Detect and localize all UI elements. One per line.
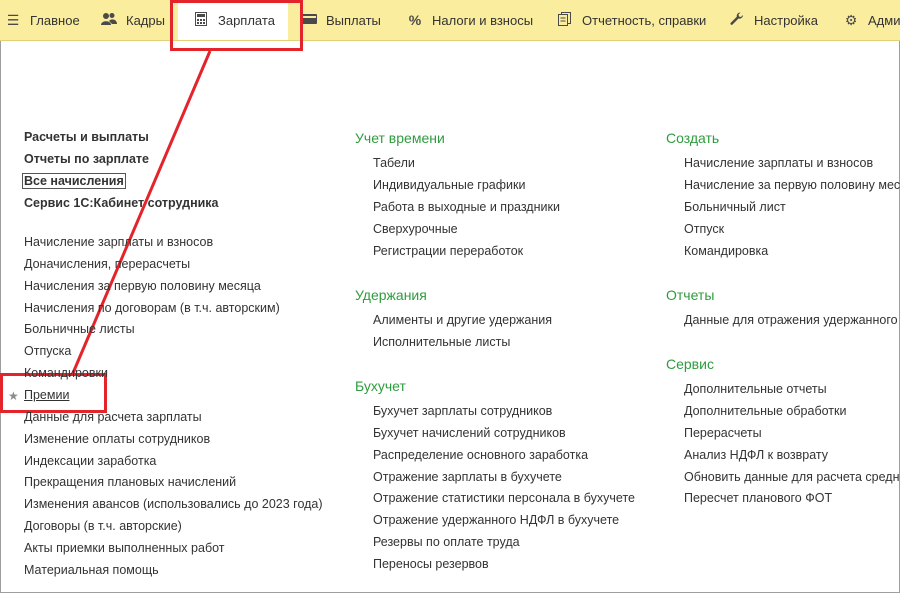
- top-menu-bar: ☰ Главное Кадры Зарплата Выплаты % Налог…: [0, 0, 900, 41]
- right-item-payroll[interactable]: Начисление зарплаты и взносов: [684, 156, 873, 170]
- documents-icon: [556, 11, 574, 29]
- right-item-first-half[interactable]: Начисление за первую половину меся: [684, 178, 900, 192]
- mid-item-accruals-accounting[interactable]: Бухучет начислений сотрудников: [373, 426, 566, 440]
- left-item-payroll[interactable]: Начисление зарплаты и взносов: [24, 235, 213, 249]
- left-item-first-half[interactable]: Начисления за первую половину месяца: [24, 279, 261, 293]
- mid-item-staff-statistics[interactable]: Отражение статистики персонала в бухучет…: [373, 491, 635, 505]
- right-item-ndfl-analysis[interactable]: Анализ НДФЛ к возврату: [684, 448, 828, 462]
- right-item-recalculations[interactable]: Перерасчеты: [684, 426, 762, 440]
- section-title-service[interactable]: Сервис: [666, 356, 714, 372]
- left-item-recalculations[interactable]: Доначисления, перерасчеты: [24, 257, 190, 271]
- section-title-create[interactable]: Создать: [666, 130, 719, 146]
- right-item-ndfl-data[interactable]: Данные для отражения удержанного Н: [684, 313, 900, 327]
- left-item-pay-changes[interactable]: Изменение оплаты сотрудников: [24, 432, 210, 446]
- left-item-advance-changes[interactable]: Изменения авансов (использовались до 202…: [24, 497, 323, 511]
- tab-label: Налоги и взносы: [432, 12, 534, 28]
- percent-icon: %: [408, 12, 422, 28]
- tab-personnel[interactable]: Кадры: [100, 0, 165, 40]
- left-item-indexations[interactable]: Индексации заработка: [24, 454, 156, 468]
- mid-item-alimony[interactable]: Алименты и другие удержания: [373, 313, 552, 327]
- section-title-accounting[interactable]: Бухучет: [355, 378, 406, 394]
- left-item-sick-leaves[interactable]: Больничные листы: [24, 322, 135, 336]
- left-item-contracts-accruals[interactable]: Начисления по договорам (в т.ч. авторски…: [24, 301, 280, 315]
- tab-payments[interactable]: Выплаты: [300, 0, 381, 40]
- link-salary-reports[interactable]: Отчеты по зарплате: [24, 152, 149, 166]
- tab-main[interactable]: ☰ Главное: [4, 0, 80, 40]
- right-item-business-trip[interactable]: Командировка: [684, 244, 768, 258]
- right-item-sick-leave[interactable]: Больничный лист: [684, 200, 786, 214]
- right-item-additional-processing[interactable]: Дополнительные обработки: [684, 404, 846, 418]
- tab-taxes[interactable]: % Налоги и взносы: [406, 0, 533, 40]
- mid-item-reserve-transfers[interactable]: Переносы резервов: [373, 557, 489, 571]
- link-employee-cabinet-service[interactable]: Сервис 1С:Кабинет сотрудника: [24, 196, 219, 210]
- mid-item-salary-accounting[interactable]: Бухучет зарплаты сотрудников: [373, 404, 552, 418]
- tab-label: Отчетность, справки: [582, 12, 707, 28]
- mid-item-timesheets[interactable]: Табели: [373, 156, 415, 170]
- left-item-vacations[interactable]: Отпуска: [24, 344, 71, 358]
- right-item-additional-reports[interactable]: Дополнительные отчеты: [684, 382, 827, 396]
- tab-label: Кадры: [126, 12, 165, 28]
- left-item-bonuses[interactable]: Премии: [24, 388, 69, 402]
- mid-item-writs[interactable]: Исполнительные листы: [373, 335, 510, 349]
- right-item-fot-recalc[interactable]: Пересчет планового ФОТ: [684, 491, 832, 505]
- people-icon: [100, 12, 118, 29]
- left-item-acceptance-acts[interactable]: Акты приемки выполненных работ: [24, 541, 225, 555]
- left-item-salary-data[interactable]: Данные для расчета зарплаты: [24, 410, 202, 424]
- mid-item-overtime[interactable]: Сверхурочные: [373, 222, 458, 236]
- mid-item-overtime-registrations[interactable]: Регистрации переработок: [373, 244, 523, 258]
- star-icon: ★: [8, 389, 19, 403]
- mid-item-reserves[interactable]: Резервы по оплате труда: [373, 535, 520, 549]
- mid-item-salary-reflection[interactable]: Отражение зарплаты в бухучете: [373, 470, 562, 484]
- wrench-icon: [728, 11, 746, 29]
- tab-reports[interactable]: Отчетность, справки: [556, 0, 706, 40]
- tab-label: Выплаты: [326, 12, 381, 28]
- section-title-time-tracking[interactable]: Учет времени: [355, 130, 445, 146]
- mid-item-weekend-work[interactable]: Работа в выходные и праздники: [373, 200, 560, 214]
- section-title-deductions[interactable]: Удержания: [355, 287, 427, 303]
- left-item-business-trips[interactable]: Командировки: [24, 366, 108, 380]
- left-item-contracts[interactable]: Договоры (в т.ч. авторские): [24, 519, 182, 533]
- right-item-update-average[interactable]: Обновить данные для расчета средне: [684, 470, 900, 484]
- left-item-financial-aid[interactable]: Материальная помощь: [24, 563, 159, 577]
- right-item-vacation[interactable]: Отпуск: [684, 222, 724, 236]
- left-item-stop-accruals[interactable]: Прекращения плановых начислений: [24, 475, 236, 489]
- highlight-salary-tab: [170, 0, 303, 51]
- hamburger-icon: ☰: [6, 11, 20, 28]
- section-title-reports[interactable]: Отчеты: [666, 287, 714, 303]
- tab-settings[interactable]: Настройка: [728, 0, 818, 40]
- link-all-accruals[interactable]: Все начисления: [22, 173, 126, 189]
- mid-item-distribution[interactable]: Распределение основного заработка: [373, 448, 588, 462]
- mid-item-ndfl-reflection[interactable]: Отражение удержанного НДФЛ в бухучете: [373, 513, 619, 527]
- tab-label: Главное: [30, 12, 80, 28]
- tab-label: Настройка: [754, 12, 818, 28]
- link-calculations-payments[interactable]: Расчеты и выплаты: [24, 130, 149, 144]
- gear-icon: ⚙: [844, 11, 858, 28]
- tab-label: Адми: [868, 12, 900, 28]
- tab-admin[interactable]: ⚙ Адми: [842, 0, 900, 40]
- mid-item-individual-schedules[interactable]: Индивидуальные графики: [373, 178, 525, 192]
